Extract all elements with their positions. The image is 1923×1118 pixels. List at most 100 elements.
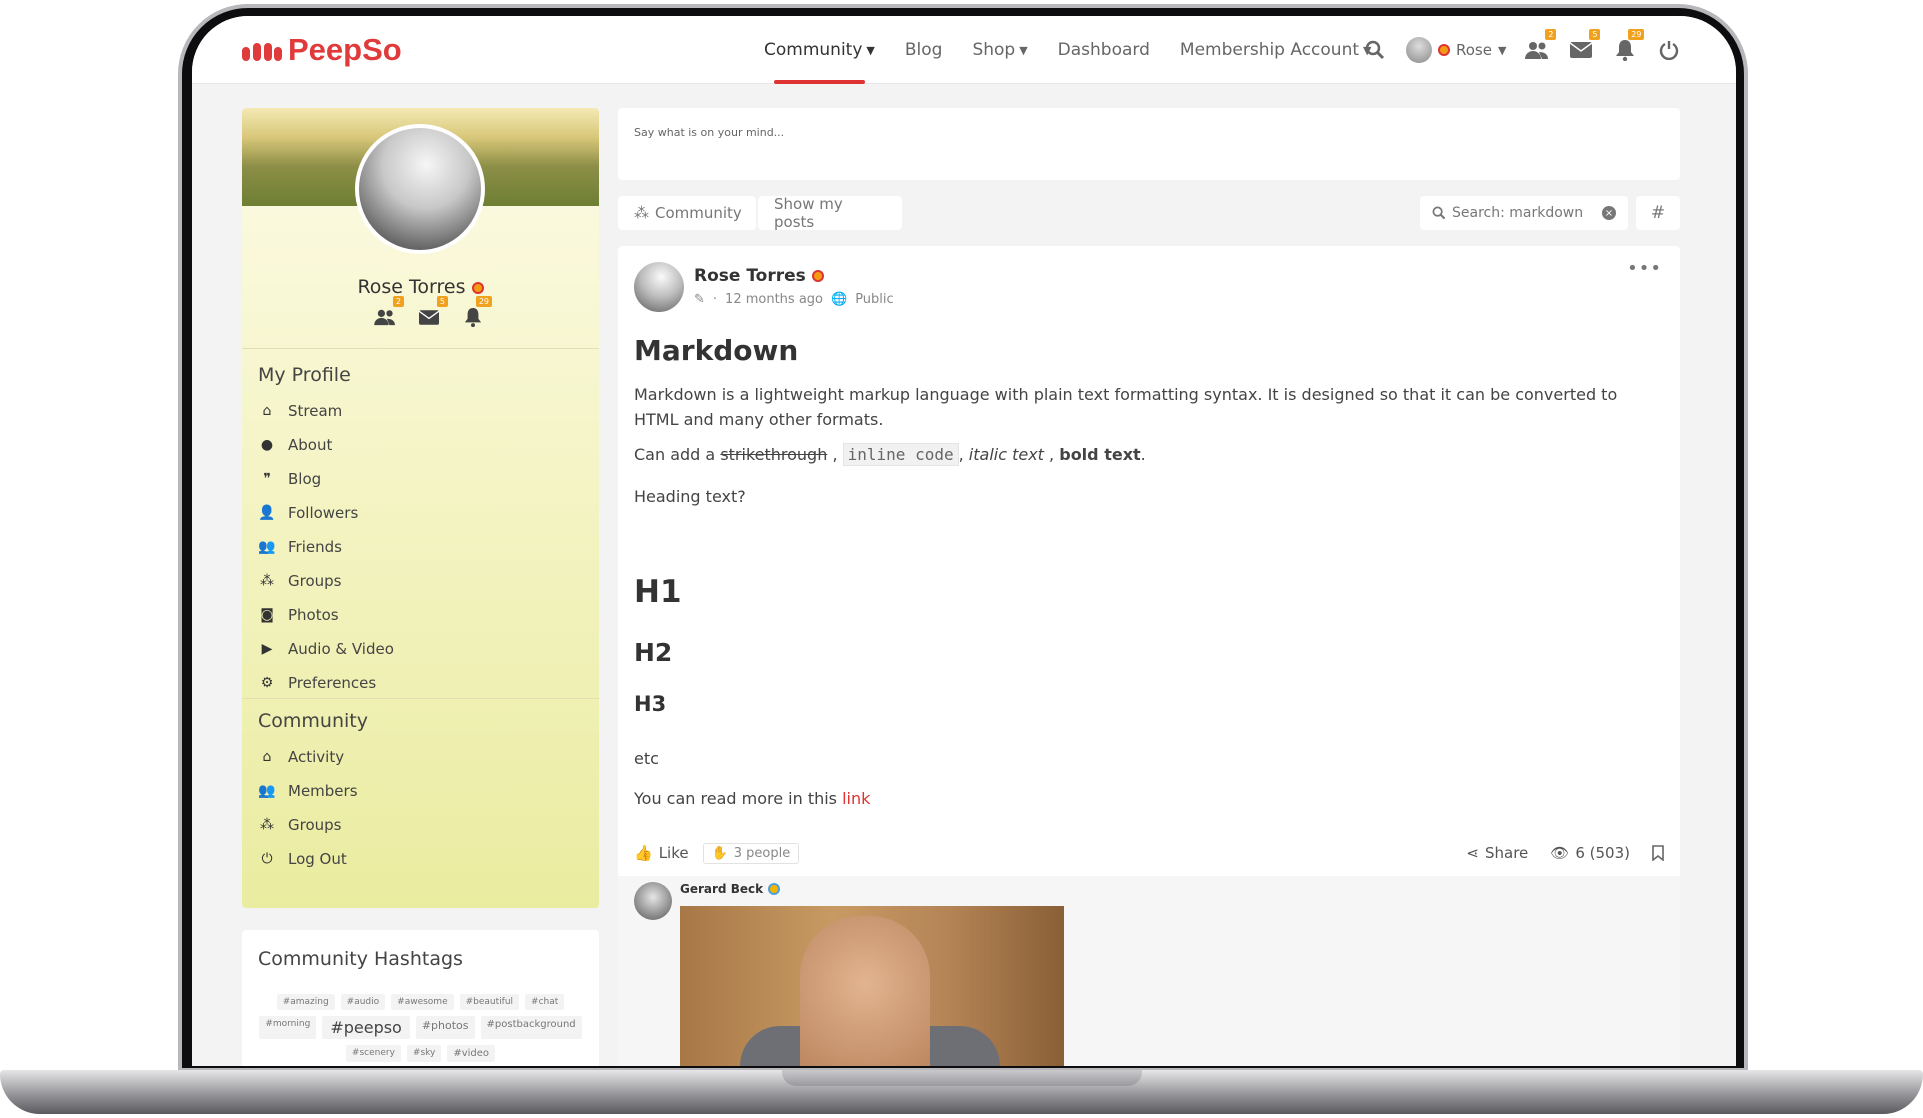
hashtag[interactable]: #awesome	[391, 994, 454, 1010]
peepso-logo[interactable]: PeepSo	[242, 32, 402, 68]
friends-icon[interactable]: 2	[1524, 29, 1557, 63]
user-menu[interactable]: Rose ▼	[1406, 37, 1506, 63]
more-options-icon[interactable]: •••	[1627, 258, 1662, 279]
sidebar-item-stream[interactable]: ⌂ Stream	[258, 394, 394, 428]
hashtag[interactable]: #audio	[340, 994, 386, 1010]
post-actions-right: ⋖ Share 👁 6 (503)	[1466, 844, 1664, 862]
my-profile-menu: ⌂ Stream ● About ❞ Blog 👤 Followers 👥 Friends…	[258, 394, 394, 700]
sidebar-item-blog[interactable]: ❞ Blog	[258, 462, 394, 496]
rank-badge-icon	[1438, 44, 1450, 56]
profile-name-row: Rose Torres	[242, 276, 599, 298]
hashtag[interactable]: #video	[447, 1045, 496, 1062]
dot-separator: ·	[712, 292, 718, 307]
stream-filter-bar: ⁂ Community Show my posts Search: markdo…	[618, 195, 1680, 231]
reactions-summary[interactable]: ✋ 3 people	[702, 842, 800, 864]
share-button[interactable]: ⋖ Share	[1466, 844, 1528, 862]
community-heading: Community	[258, 710, 368, 732]
sidebar-item-groups[interactable]: ⁂ Groups	[258, 564, 394, 598]
text-segment: ,	[832, 445, 838, 464]
comment: Gerard Beck	[618, 876, 1680, 1066]
hashtag[interactable]: #sky	[406, 1045, 442, 1062]
friends-icon[interactable]: 2	[372, 296, 404, 330]
hashtag[interactable]: #scenery	[345, 1045, 401, 1062]
views-counter[interactable]: 👁 6 (503)	[1550, 844, 1630, 862]
power-icon[interactable]	[1656, 37, 1682, 63]
messages-icon[interactable]: 5	[416, 296, 448, 330]
sidebar-item-audio-video[interactable]: ▶ Audio & Video	[258, 632, 394, 666]
messages-icon[interactable]: 5	[1568, 29, 1601, 63]
comment-author[interactable]: Gerard Beck	[680, 882, 763, 896]
video-icon: ▶	[261, 641, 273, 657]
community-filter-label: Community	[655, 204, 742, 222]
sidebar-item-community-groups[interactable]: ⁂ Groups	[258, 808, 358, 842]
show-my-posts-button[interactable]: Show my posts	[758, 195, 902, 231]
community-menu: ⌂ Activity 👥 Members ⁂ Groups ⏻ Log Out	[258, 740, 358, 876]
avatar[interactable]	[634, 262, 684, 312]
hashtag[interactable]: #postbackground	[480, 1016, 582, 1039]
rank-badge-icon	[768, 883, 781, 895]
profile-avatar[interactable]	[355, 124, 485, 254]
search-icon[interactable]	[1362, 37, 1388, 63]
divider	[242, 348, 599, 349]
sidebar-item-logout[interactable]: ⏻ Log Out	[258, 842, 358, 876]
sidebar-item-label: Log Out	[288, 850, 347, 868]
sidebar-item-followers[interactable]: 👤 Followers	[258, 496, 394, 530]
comment-gif-image[interactable]	[680, 906, 1064, 1066]
nav-community[interactable]: Community ▼	[764, 16, 875, 84]
edit-icon[interactable]: ✎	[694, 292, 705, 307]
group-icon: ⁂	[634, 204, 649, 222]
users-icon: 👥	[258, 539, 276, 555]
nav-dashboard[interactable]: Dashboard	[1058, 16, 1150, 84]
friends-badge: 2	[392, 296, 404, 307]
sidebar-item-label: Photos	[288, 606, 339, 624]
post-author[interactable]: Rose Torres	[694, 266, 806, 286]
read-more-link[interactable]: link	[842, 789, 870, 808]
user-check-icon: 👤	[258, 505, 276, 521]
avatar[interactable]	[634, 882, 672, 920]
rank-badge-icon	[471, 281, 484, 294]
heading-h1: H1	[634, 574, 682, 610]
main-nav: Community ▼ Blog Shop ▼ Dashboard Member…	[764, 16, 1372, 84]
hashtag[interactable]: #amazing	[276, 994, 335, 1010]
community-filter-button[interactable]: ⁂ Community	[618, 196, 756, 230]
nav-dashboard-label: Dashboard	[1057, 40, 1150, 60]
bookmark-icon[interactable]	[1652, 845, 1664, 861]
post-paragraph-link: You can read more in this link	[634, 786, 1654, 811]
search-filter[interactable]: Search: markdown ×	[1420, 196, 1628, 230]
profile-name[interactable]: Rose Torres	[357, 276, 465, 298]
hashtag[interactable]: #morning	[259, 1016, 317, 1039]
friends-badge: 2	[1545, 29, 1557, 40]
clear-search-icon[interactable]: ×	[1602, 206, 1616, 220]
community-hashtags-widget: Community Hashtags #amazing #audio #awes…	[242, 930, 599, 1066]
hashtag[interactable]: #peepso	[322, 1016, 410, 1039]
nav-blog[interactable]: Blog	[905, 16, 943, 84]
post-meta: ✎ · 12 months ago 🌐 Public	[694, 292, 894, 307]
sidebar-item-activity[interactable]: ⌂ Activity	[258, 740, 358, 774]
hashtag[interactable]: #chat	[525, 994, 565, 1010]
sidebar-item-friends[interactable]: 👥 Friends	[258, 530, 394, 564]
hashtag[interactable]: #photos	[415, 1016, 475, 1039]
top-header: PeepSo Community ▼ Blog Shop ▼ Dashboard…	[192, 16, 1736, 84]
nav-shop[interactable]: Shop ▼	[972, 16, 1027, 84]
nav-membership-account[interactable]: Membership Account ▼	[1180, 16, 1372, 84]
sidebar-item-about[interactable]: ● About	[258, 428, 394, 462]
sidebar-item-preferences[interactable]: ⚙ Preferences	[258, 666, 394, 700]
bell-icon[interactable]: 29	[460, 296, 492, 330]
messages-badge: 5	[436, 296, 448, 307]
post-privacy[interactable]: Public	[855, 292, 893, 307]
sidebar-item-photos[interactable]: ◙ Photos	[258, 598, 394, 632]
sidebar-item-members[interactable]: 👥 Members	[258, 774, 357, 808]
sidebar-item-label: Audio & Video	[288, 640, 394, 658]
hashtag-filter-button[interactable]: #	[1636, 196, 1680, 230]
bell-icon[interactable]: 29	[1612, 29, 1645, 63]
post-composer[interactable]: Say what is on your mind...	[618, 108, 1680, 180]
hashtag[interactable]: #beautiful	[459, 994, 520, 1010]
messages-badge: 5	[1589, 29, 1601, 40]
inline-code: inline code	[842, 443, 959, 466]
home-icon: ⌂	[262, 403, 272, 419]
post-time[interactable]: 12 months ago	[725, 292, 823, 307]
sidebar-item-label: Groups	[288, 816, 342, 834]
laptop-notch	[782, 1070, 1142, 1086]
like-button[interactable]: 👍 Like	[634, 844, 689, 862]
divider	[242, 698, 599, 699]
